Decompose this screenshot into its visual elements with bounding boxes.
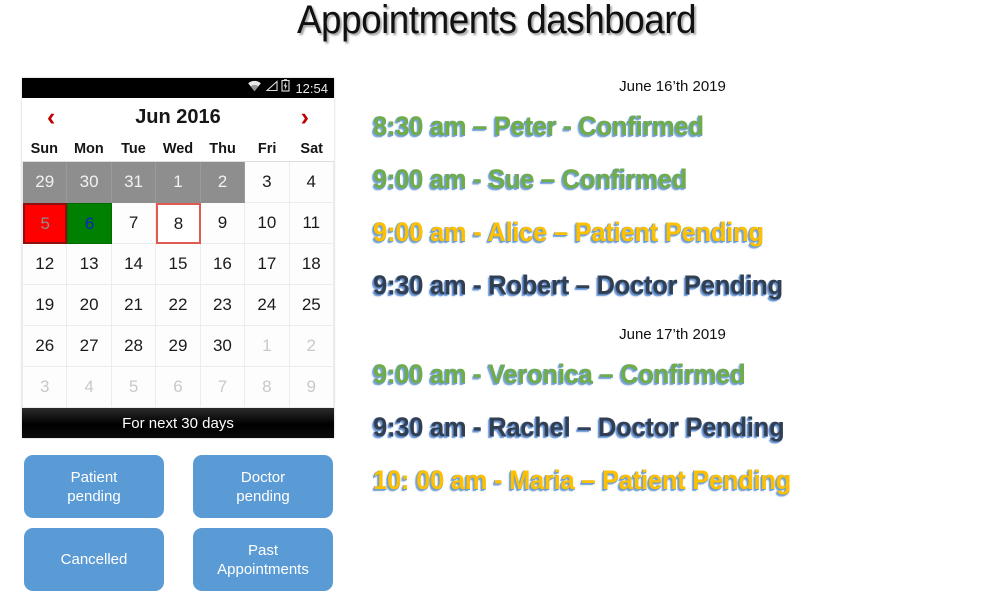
patient-pending-button[interactable]: Patient pending [24, 455, 164, 518]
battery-charging-icon [281, 79, 291, 97]
appointments-day-heading: June 17’th 2019 [619, 326, 726, 343]
calendar-day-cell[interactable]: 19 [23, 285, 68, 326]
calendar-day-cell[interactable]: 21 [111, 285, 157, 326]
calendar-day-cell[interactable]: 18 [289, 244, 334, 285]
appointments-day-heading: June 16’th 2019 [619, 78, 726, 95]
calendar-day-cell[interactable]: 3 [245, 162, 290, 203]
calendar-day-name: Fri [257, 140, 277, 157]
calendar-day-cell[interactable]: 2 [200, 162, 246, 203]
calendar-day-cell[interactable]: 29 [156, 326, 201, 367]
calendar-day-cell[interactable]: 26 [23, 326, 68, 367]
calendar-day-cell[interactable]: 12 [23, 244, 68, 285]
calendar-day-cell[interactable]: 17 [245, 244, 290, 285]
calendar-day-cell[interactable]: 23 [200, 285, 246, 326]
calendar-day-cell[interactable]: 6 [156, 367, 201, 408]
status-bar-clock: 12:54 [295, 80, 328, 96]
calendar-day-cell[interactable]: 24 [245, 285, 290, 326]
calendar-next-month-button[interactable]: › [301, 102, 309, 132]
appointment-row[interactable]: 9:30 am - Rachel – Doctor Pending [360, 401, 948, 454]
calendar-day-cell[interactable]: 5 [23, 203, 68, 244]
appointment-row[interactable]: 9:00 am - Sue – Confirmed [360, 153, 948, 206]
calendar-day-cell[interactable]: 30 [200, 326, 246, 367]
calendar-day-cell[interactable]: 20 [67, 285, 112, 326]
calendar-day-cell[interactable]: 28 [111, 326, 157, 367]
calendar-day-cell[interactable]: 8 [156, 203, 201, 244]
calendar-day-cell[interactable]: 2 [289, 326, 334, 367]
calendar-day-name: Sat [300, 140, 323, 157]
calendar-day-grid: 29 30 31 1 2 3 4 5 6 7 8 9 10 11 12 13 14 15 16 17 18 19 20 21 2… [22, 161, 334, 408]
appointment-row[interactable]: 9:00 am - Veronica – Confirmed [360, 348, 948, 401]
calendar-month-label: Jun 2016 [135, 105, 221, 128]
calendar-day-cell[interactable]: 25 [289, 285, 334, 326]
calendar-day-cell[interactable]: 9 [200, 203, 246, 244]
calendar-day-name: Tue [121, 140, 146, 157]
calendar-day-cell[interactable]: 9 [289, 367, 334, 408]
calendar-day-name: Thu [209, 140, 236, 157]
calendar-day-name: Mon [73, 140, 104, 157]
calendar-day-cell[interactable]: 15 [156, 244, 201, 285]
calendar-day-cell[interactable]: 6 [67, 203, 112, 244]
calendar-prev-month-button[interactable]: ‹ [47, 102, 55, 132]
calendar-day-cell[interactable]: 10 [245, 203, 290, 244]
calendar-day-cell[interactable]: 31 [111, 162, 157, 203]
calendar-day-cell[interactable]: 16 [200, 244, 246, 285]
appointments-list: 8:30 am – Peter - Confirmed 9:00 am - Sue… [360, 100, 985, 312]
wifi-icon [247, 79, 262, 97]
calendar-day-cell[interactable]: 5 [111, 367, 157, 408]
calendar-day-cell[interactable]: 4 [67, 367, 112, 408]
appointment-row[interactable]: 8:30 am – Peter - Confirmed [360, 100, 948, 153]
signal-triangle-icon [265, 79, 279, 97]
calendar-day-cell[interactable]: 3 [23, 367, 68, 408]
calendar-day-cell[interactable]: 29 [23, 162, 68, 203]
calendar-day-cell[interactable]: 8 [245, 367, 290, 408]
calendar-day-names-row: Sun Mon Tue Wed Thu Fri Sat [22, 136, 334, 161]
appointments-panel: June 16’th 2019 8:30 am – Peter - Confirm… [360, 78, 985, 507]
past-appointments-button[interactable]: Past Appointments [193, 528, 333, 591]
page-title: Appointments dashboard [296, 0, 697, 42]
calendar-day-cell[interactable]: 1 [245, 326, 290, 367]
phone-calendar-widget: 12:54 ‹ Jun 2016 › Sun Mon Tue Wed Thu Fri Sat… [22, 78, 334, 438]
appointment-row[interactable]: 9:30 am - Robert – Doctor Pending [360, 259, 948, 312]
calendar-footer-label: For next 30 days [122, 414, 234, 432]
filter-button-grid: Patient pending Doctor pending Cancelled Past… [24, 455, 342, 591]
calendar-footer-bar[interactable]: For next 30 days [22, 408, 334, 438]
calendar-day-cell[interactable]: 22 [156, 285, 201, 326]
calendar-day-cell[interactable]: 7 [200, 367, 246, 408]
appointments-list: 9:00 am - Veronica – Confirmed 9:30 am - … [360, 348, 985, 507]
cancelled-button[interactable]: Cancelled [24, 528, 164, 591]
calendar-day-cell[interactable]: 13 [67, 244, 112, 285]
calendar-day-cell[interactable]: 14 [111, 244, 157, 285]
calendar-day-cell[interactable]: 1 [156, 162, 201, 203]
appointment-row[interactable]: 9:00 am - Alice – Patient Pending [360, 206, 948, 259]
calendar-day-name: Wed [162, 140, 194, 157]
phone-status-bar: 12:54 [22, 78, 334, 98]
calendar-day-cell[interactable]: 27 [67, 326, 112, 367]
calendar-day-cell[interactable]: 7 [111, 203, 157, 244]
calendar-day-cell[interactable]: 4 [289, 162, 334, 203]
calendar-header: ‹ Jun 2016 › [22, 98, 334, 136]
calendar-day-cell[interactable]: 11 [289, 203, 334, 244]
calendar-day-name: Sun [30, 140, 58, 157]
doctor-pending-button[interactable]: Doctor pending [193, 455, 333, 518]
calendar-day-cell[interactable]: 30 [67, 162, 112, 203]
appointment-row[interactable]: 10: 00 am - Maria – Patient Pending [360, 454, 948, 507]
